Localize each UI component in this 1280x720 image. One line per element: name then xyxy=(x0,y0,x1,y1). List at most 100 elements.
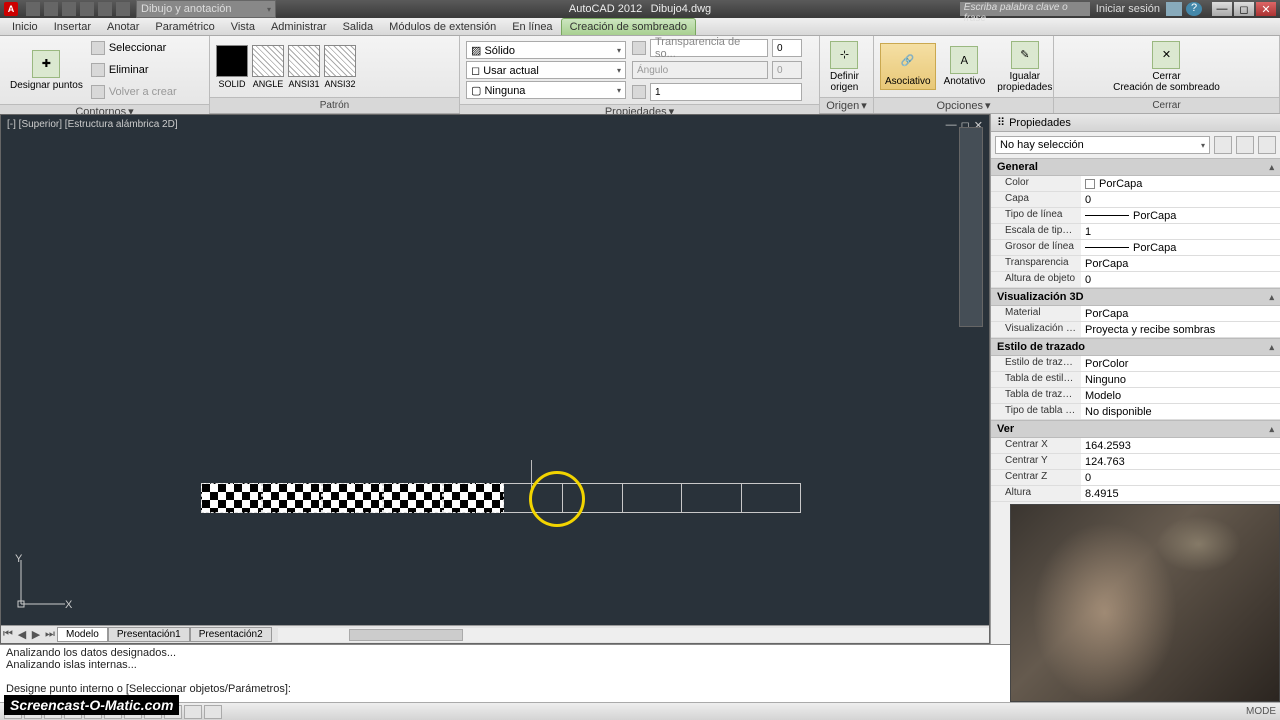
signin-link[interactable]: Iniciar sesión xyxy=(1096,3,1160,15)
menu-tab-módulos-de-extensión[interactable]: Módulos de extensión xyxy=(381,19,504,35)
hatch-type-dropdown[interactable]: ▨ Sólido xyxy=(466,41,626,59)
watermark: Screencast-O-Matic.com xyxy=(4,695,179,715)
prop-row[interactable]: Altura de objeto0 xyxy=(991,272,1280,288)
maximize-button[interactable]: ◻ xyxy=(1234,2,1254,16)
quick-select-button[interactable] xyxy=(1258,136,1276,154)
menu-tab-anotar[interactable]: Anotar xyxy=(99,19,147,35)
menu-tab-paramétrico[interactable]: Paramétrico xyxy=(147,19,222,35)
svg-text:Y: Y xyxy=(15,553,23,565)
prop-row[interactable]: ColorPorCapa xyxy=(991,176,1280,192)
match-icon: ✎ xyxy=(1011,41,1039,69)
tab-nav-button[interactable]: ⏭ xyxy=(43,628,57,642)
prop-row[interactable]: Tipo de líneaPorCapa xyxy=(991,208,1280,224)
match-properties-button[interactable]: ✎Igualar propiedades xyxy=(993,39,1056,95)
hatch-swatch-ansi32[interactable]: ANSI32 xyxy=(324,45,356,89)
prop-row[interactable]: Tabla de trazado ...Modelo xyxy=(991,388,1280,404)
prop-row[interactable]: Centrar X164.2593 xyxy=(991,438,1280,454)
panel-title-opciones[interactable]: Opciones ▾ xyxy=(874,97,1053,113)
prop-row[interactable]: MaterialPorCapa xyxy=(991,306,1280,322)
selection-dropdown[interactable]: No hay selección xyxy=(995,136,1210,154)
drawing-grid-object xyxy=(201,483,801,513)
prop-section-general[interactable]: General xyxy=(991,158,1280,176)
prop-row[interactable]: Capa0 xyxy=(991,192,1280,208)
ribbon: ✚ Designar puntos Seleccionar Eliminar V… xyxy=(0,36,1280,114)
qat-new-icon[interactable] xyxy=(26,2,40,16)
app-icon[interactable]: A xyxy=(4,2,18,16)
menu-tab-salida[interactable]: Salida xyxy=(335,19,382,35)
status-bar: MODE xyxy=(0,702,1280,720)
status-lwt-button[interactable] xyxy=(184,705,202,719)
select-button[interactable]: Seleccionar xyxy=(91,38,177,58)
qat-open-icon[interactable] xyxy=(44,2,58,16)
quick-access-toolbar xyxy=(26,2,130,16)
properties-header[interactable]: ⠿ Propiedades xyxy=(991,114,1280,132)
layout-tab-presentación2[interactable]: Presentación2 xyxy=(190,627,272,642)
layout-tab-presentación1[interactable]: Presentación1 xyxy=(108,627,190,642)
navigation-bar[interactable] xyxy=(959,127,983,327)
menu-tab-creación-de-sombreado[interactable]: Creación de sombreado xyxy=(561,18,696,35)
help-search-input[interactable]: Escriba palabra clave o frase xyxy=(960,2,1090,16)
hatch-color-dropdown[interactable]: ◻ Usar actual xyxy=(466,61,626,79)
transparency-value[interactable]: 0 xyxy=(772,39,802,57)
viewport-minimize-icon[interactable]: — xyxy=(946,119,957,132)
panel-title-patron: Patrón xyxy=(210,97,459,113)
prop-row[interactable]: Tipo de tabla de ...No disponible xyxy=(991,404,1280,420)
menu-tab-vista[interactable]: Vista xyxy=(223,19,263,35)
close-hatch-button[interactable]: ✕Cerrar Creación de sombreado xyxy=(1109,39,1224,95)
qat-save-icon[interactable] xyxy=(62,2,76,16)
prop-section-visualización-3d[interactable]: Visualización 3D xyxy=(991,288,1280,306)
pick-points-icon: ✚ xyxy=(32,50,60,78)
menu-tab-en-línea[interactable]: En línea xyxy=(504,19,560,35)
prop-row[interactable]: Centrar Z0 xyxy=(991,470,1280,486)
transparency-icon xyxy=(632,41,646,55)
h-scrollbar[interactable] xyxy=(278,628,989,642)
minimize-button[interactable]: — xyxy=(1212,2,1232,16)
scale-value[interactable]: 1 xyxy=(650,83,802,101)
workspace-dropdown[interactable]: Dibujo y anotación xyxy=(136,0,276,18)
hatch-swatch-ansi31[interactable]: ANSI31 xyxy=(288,45,320,89)
menu-tab-administrar[interactable]: Administrar xyxy=(263,19,335,35)
pick-points-button[interactable]: ✚ Designar puntos xyxy=(6,48,87,93)
prop-row[interactable]: Visualización de ...Proyecta y recibe so… xyxy=(991,322,1280,338)
tab-nav-button[interactable]: ⏮ xyxy=(1,628,15,642)
transparency-dropdown[interactable]: Transparencia de so... xyxy=(650,39,768,57)
prop-row[interactable]: Grosor de líneaPorCapa xyxy=(991,240,1280,256)
hatch-swatch-solid[interactable]: SOLID xyxy=(216,45,248,89)
prop-section-ver[interactable]: Ver xyxy=(991,420,1280,438)
properties-grip-icon[interactable]: ⠿ xyxy=(997,116,1005,129)
drawing-viewport[interactable]: [-] [Superior] [Estructura alámbrica 2D]… xyxy=(0,114,990,644)
help-icon[interactable]: ? xyxy=(1186,2,1202,16)
tab-nav-button[interactable]: ◀ xyxy=(15,628,29,642)
tab-nav-button[interactable]: ▶ xyxy=(29,628,43,642)
qat-redo-icon[interactable] xyxy=(116,2,130,16)
model-layout-tabs: ⏮◀▶⏭ModeloPresentación1Presentación2 xyxy=(1,625,989,643)
annotative-button[interactable]: ＡAnotativo xyxy=(940,44,990,89)
select-icon xyxy=(91,41,105,55)
prop-row[interactable]: Centrar Y124.763 xyxy=(991,454,1280,470)
status-tpy-button[interactable] xyxy=(204,705,222,719)
remove-button[interactable]: Eliminar xyxy=(91,60,177,80)
select-objects-button[interactable] xyxy=(1236,136,1254,154)
angle-label: Ángulo xyxy=(632,61,768,79)
layout-tab-modelo[interactable]: Modelo xyxy=(57,627,108,642)
prop-row[interactable]: Escala de tipo de...1 xyxy=(991,224,1280,240)
toggle-pickadd-button[interactable] xyxy=(1214,136,1232,154)
prop-row[interactable]: TransparenciaPorCapa xyxy=(991,256,1280,272)
viewport-label[interactable]: [-] [Superior] [Estructura alámbrica 2D] xyxy=(7,119,178,130)
close-button[interactable]: ✕ xyxy=(1256,2,1276,16)
exchange-icon[interactable] xyxy=(1166,2,1182,16)
prop-row[interactable]: Estilo de trazadoPorColor xyxy=(991,356,1280,372)
prop-section-estilo-de-trazado[interactable]: Estilo de trazado xyxy=(991,338,1280,356)
webcam-overlay xyxy=(1010,504,1280,702)
menu-tab-insertar[interactable]: Insertar xyxy=(46,19,99,35)
menu-tab-inicio[interactable]: Inicio xyxy=(4,19,46,35)
hatch-layer-dropdown[interactable]: ▢ Ninguna xyxy=(466,81,626,99)
qat-undo-icon[interactable] xyxy=(98,2,112,16)
hatch-swatch-angle[interactable]: ANGLE xyxy=(252,45,284,89)
qat-print-icon[interactable] xyxy=(80,2,94,16)
panel-title-origen[interactable]: Origen ▾ xyxy=(820,97,873,113)
prop-row[interactable]: Tabla de estilos ...Ninguno xyxy=(991,372,1280,388)
associative-button[interactable]: 🔗Asociativo xyxy=(880,43,936,90)
set-origin-button[interactable]: ⊹Definir origen xyxy=(826,39,863,95)
prop-row[interactable]: Altura8.4915 xyxy=(991,486,1280,502)
